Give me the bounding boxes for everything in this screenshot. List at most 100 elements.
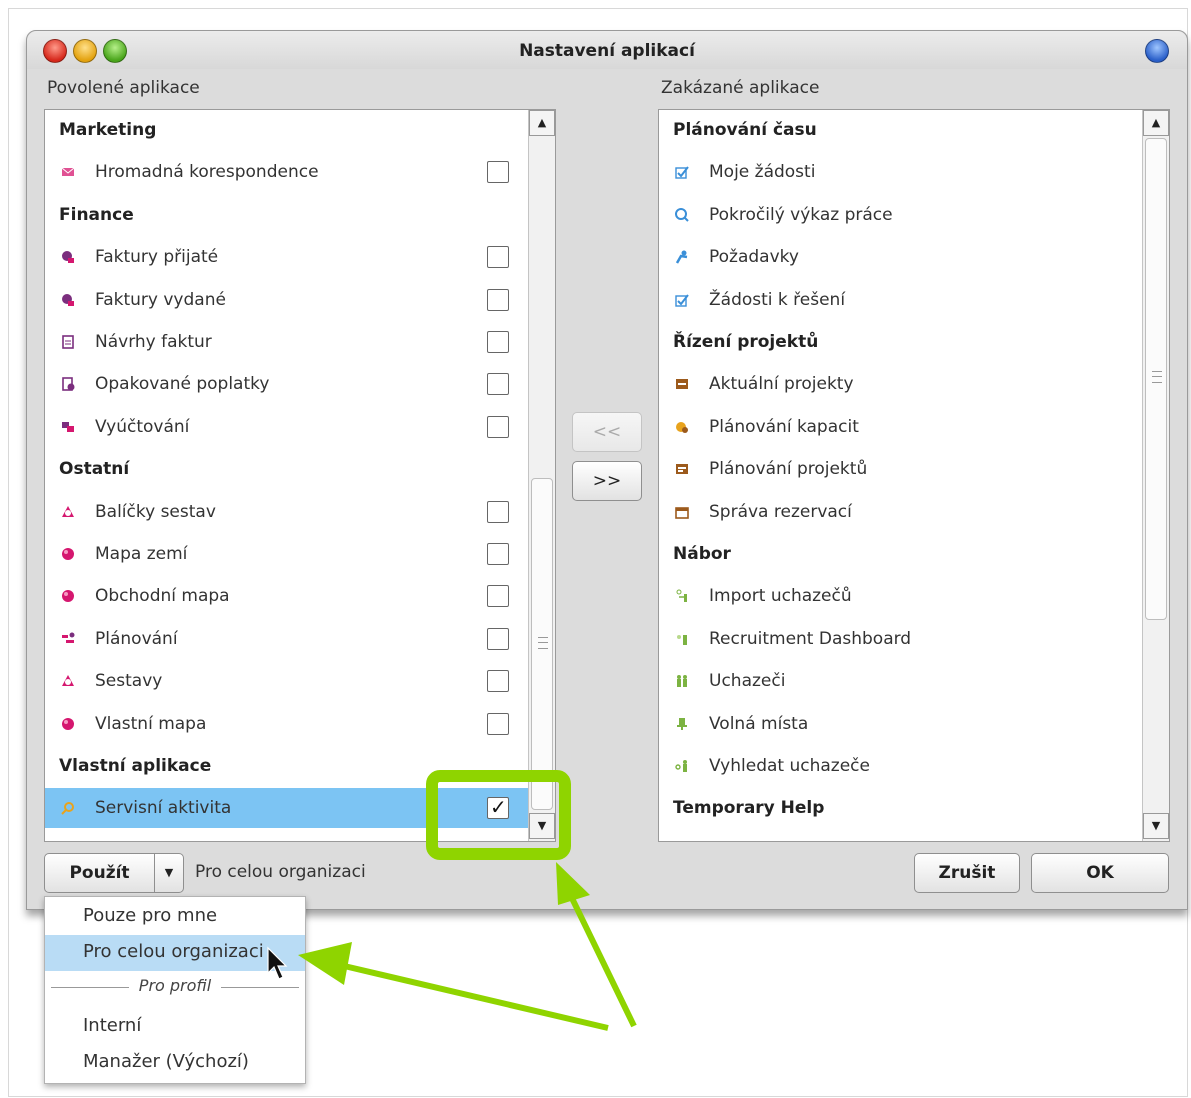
scroll-up-button[interactable]: ▲ (1143, 110, 1169, 136)
app-item-label: Plánování (95, 628, 178, 649)
app-item-checkbox[interactable] (487, 373, 509, 396)
billing-icon (62, 421, 74, 432)
group-header-label: Vlastní aplikace (59, 756, 212, 776)
menu-item-profile-internal[interactable]: Interní (45, 1009, 305, 1045)
app-list-item[interactable]: Sestavy (45, 661, 528, 701)
app-item-checkbox[interactable] (487, 500, 509, 523)
group-header-label: Nábor (673, 544, 731, 564)
app-list-item[interactable]: Žádosti k řešení (659, 280, 1142, 320)
app-item-label: Opakované poplatky (95, 374, 270, 395)
app-item-checkbox[interactable] (487, 543, 509, 565)
app-list-item[interactable]: Požadavky (659, 237, 1142, 277)
group-header-label: Ostatní (59, 459, 130, 480)
app-list-item[interactable]: Vyhledat uchazeče (659, 746, 1142, 786)
ok-button[interactable]: OK (1031, 853, 1169, 893)
app-list-item[interactable]: Volná místa (659, 704, 1142, 744)
app-item-checkbox[interactable] (487, 288, 509, 311)
app-list-item[interactable]: Plánování projektů (659, 449, 1142, 489)
group-header: Marketing (45, 110, 555, 150)
document-icon (62, 335, 74, 349)
app-list-item[interactable]: Opakované poplatky (45, 364, 528, 404)
move-to-enabled-button[interactable]: << (572, 412, 642, 452)
app-list-item[interactable]: Vlastní mapa (45, 704, 528, 744)
toolbar-toggle-button[interactable] (1145, 39, 1169, 63)
app-item-label: Mapa zemí (95, 544, 188, 564)
apply-button[interactable]: Použít (44, 853, 155, 893)
app-list-item[interactable]: Uchazeči (659, 661, 1142, 701)
app-item-label: Vyhledat uchazeče (709, 756, 870, 776)
enabled-apps-scrollbar[interactable]: ▲ ▼ (528, 110, 555, 841)
disabled-apps-scrollbar[interactable]: ▲ ▼ (1142, 110, 1169, 841)
app-item-checkbox[interactable] (487, 331, 509, 353)
disabled-apps-list[interactable]: Plánování času Moje žádosti Pokročilý výka… (658, 109, 1170, 842)
project-plan-icon (676, 464, 688, 475)
app-item-checkbox[interactable] (487, 161, 509, 184)
checkmark-icon: ✓ (490, 795, 507, 820)
scroll-thumb[interactable] (531, 478, 553, 810)
app-item-label: Obchodní mapa (95, 586, 230, 607)
app-list-item[interactable]: Faktury přijaté (45, 237, 528, 277)
app-list-item[interactable]: Správa rezervací (659, 492, 1142, 532)
group-header-label: Plánování času (673, 120, 817, 140)
menu-item-profile-manager[interactable]: Manažer (Výchozí) (45, 1045, 305, 1081)
globe-icon (62, 590, 74, 603)
capacity-icon (676, 421, 688, 433)
mail-merge-icon (61, 168, 75, 177)
app-item-checkbox[interactable] (487, 246, 509, 269)
recurring-fee-icon (62, 377, 75, 392)
menu-item-whole-organization[interactable]: Pro celou organizaci (45, 935, 305, 971)
cancel-button[interactable]: Zrušit (914, 853, 1020, 893)
app-item-checkbox[interactable] (487, 585, 509, 608)
group-header-label: Řízení projektů (673, 332, 819, 352)
app-list-item[interactable]: Plánování (45, 619, 528, 659)
app-item-label: Servisní aktivita (95, 798, 232, 819)
app-item-checkbox[interactable]: ✓ (487, 795, 509, 820)
move-to-disabled-button[interactable]: >> (572, 461, 642, 501)
chevron-down-icon: ▼ (164, 866, 174, 879)
scroll-down-button[interactable]: ▼ (529, 813, 555, 839)
window-title: Nastavení aplikací (519, 41, 695, 61)
app-list-item[interactable]: Balíčky sestav (45, 492, 528, 532)
app-item-checkbox[interactable] (487, 712, 509, 735)
search-person-icon (675, 760, 687, 772)
app-item-label: Volná místa (709, 713, 809, 734)
app-list-item[interactable]: Moje žádosti (659, 152, 1142, 192)
app-list-item[interactable]: Mapa zemí (45, 534, 528, 574)
calendar-icon (675, 506, 689, 519)
app-list-item[interactable]: Servisní aktivita ✓ (45, 788, 528, 829)
app-list-item[interactable]: Návrhy faktur (45, 322, 528, 362)
app-item-label: Vlastní mapa (95, 713, 207, 734)
scroll-down-button[interactable]: ▼ (1143, 813, 1169, 839)
group-header: Plánování času (659, 110, 1169, 150)
app-item-label: Vyúčtování (95, 416, 190, 437)
app-list-item[interactable]: Recruitment Dashboard (659, 619, 1142, 659)
app-list-item[interactable]: Obchodní mapa (45, 576, 528, 616)
clock-search-icon (675, 207, 689, 222)
app-list-item[interactable]: Vyúčtování (45, 407, 528, 447)
app-list-item[interactable]: Plánování kapacit (659, 407, 1142, 447)
app-item-label: Aktuální projekty (709, 374, 854, 395)
app-list-item[interactable]: Import uchazečů (659, 576, 1142, 616)
app-item-checkbox[interactable] (487, 627, 509, 650)
app-item-label: Faktury přijaté (95, 247, 219, 268)
apply-scope-dropdown-button[interactable]: ▼ (154, 853, 184, 893)
group-header: Vlastní aplikace (45, 746, 555, 786)
app-item-label: Recruitment Dashboard (709, 628, 912, 649)
app-item-checkbox[interactable] (487, 415, 509, 438)
scroll-thumb[interactable] (1145, 138, 1167, 620)
enabled-apps-list[interactable]: Marketing Hromadná korespondence Finance Fa… (44, 109, 556, 842)
app-list-item[interactable]: Hromadná korespondence (45, 152, 528, 192)
app-list-item[interactable]: Faktury vydané (45, 280, 528, 320)
profile-section-label: Pro profil (138, 976, 212, 995)
app-item-label: Plánování kapacit (709, 416, 859, 437)
app-item-checkbox[interactable] (487, 670, 509, 693)
scroll-up-button[interactable]: ▲ (529, 110, 555, 136)
scope-dropdown-menu: Pouze pro mne Pro celou organizaci Pro p… (44, 896, 306, 1084)
current-scope-label: Pro celou organizaci (195, 862, 366, 882)
app-list-item[interactable]: Pokročilý výkaz práce (659, 195, 1142, 235)
group-header: Temporary Help (659, 788, 1169, 828)
app-list-item[interactable]: Aktuální projekty (659, 364, 1142, 404)
menu-item-only-me[interactable]: Pouze pro mne (45, 899, 305, 935)
dashboard-people-icon (677, 634, 687, 645)
grip-icon (538, 637, 548, 649)
